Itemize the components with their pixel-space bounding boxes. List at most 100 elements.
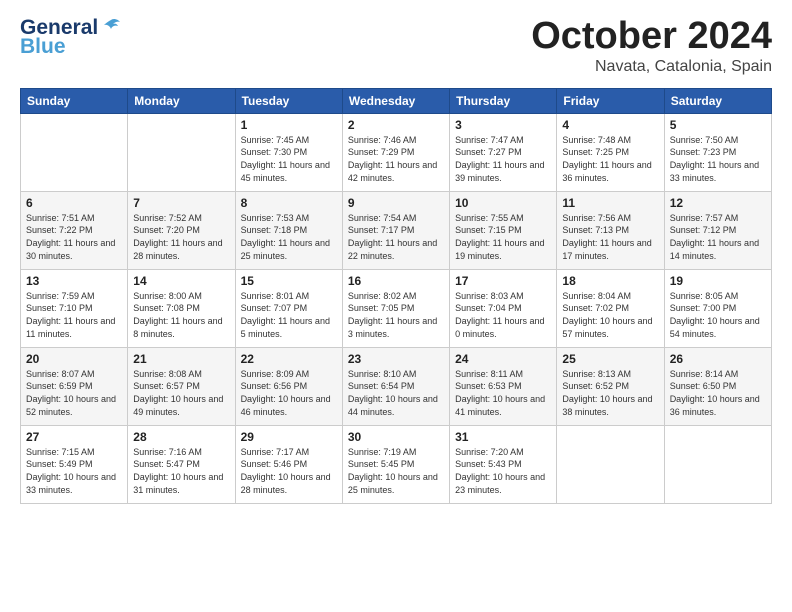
day-number: 19 — [670, 274, 766, 288]
calendar-week-row: 1 Sunrise: 7:45 AM Sunset: 7:30 PM Daylig… — [21, 113, 772, 191]
day-number: 22 — [241, 352, 337, 366]
day-number: 23 — [348, 352, 444, 366]
day-info: Sunrise: 8:13 AM Sunset: 6:52 PM Dayligh… — [562, 368, 658, 418]
header: General Blue October 2024 Navata, Catalo… — [20, 16, 772, 76]
day-number: 12 — [670, 196, 766, 210]
calendar-week-row: 20 Sunrise: 8:07 AM Sunset: 6:59 PM Dayli… — [21, 347, 772, 425]
calendar-cell: 1 Sunrise: 7:45 AM Sunset: 7:30 PM Daylig… — [235, 113, 342, 191]
calendar-cell: 9Sunrise: 7:54 AM Sunset: 7:17 PM Daylig… — [342, 191, 449, 269]
day-info: Sunrise: 7:55 AM Sunset: 7:15 PM Dayligh… — [455, 212, 551, 262]
calendar-cell — [128, 113, 235, 191]
calendar-cell — [557, 425, 664, 503]
day-number: 6 — [26, 196, 122, 210]
day-number: 3 — [455, 118, 551, 132]
day-info: Sunrise: 7:52 AM Sunset: 7:20 PM Dayligh… — [133, 212, 229, 262]
month-title: October 2024 — [531, 16, 772, 58]
calendar-cell: 8 Sunrise: 7:53 AM Sunset: 7:18 PM Daylig… — [235, 191, 342, 269]
day-number: 10 — [455, 196, 551, 210]
day-info: Sunrise: 8:07 AM Sunset: 6:59 PM Dayligh… — [26, 368, 122, 418]
calendar-cell: 19 Sunrise: 8:05 AM Sunset: 7:00 PM Dayli… — [664, 269, 771, 347]
day-info: Sunrise: 8:09 AM Sunset: 6:56 PM Dayligh… — [241, 368, 337, 418]
calendar-cell: 11Sunrise: 7:56 AM Sunset: 7:13 PM Dayli… — [557, 191, 664, 269]
day-number: 16 — [348, 274, 444, 288]
calendar-cell: 23 Sunrise: 8:10 AM Sunset: 6:54 PM Dayli… — [342, 347, 449, 425]
calendar-cell: 6 Sunrise: 7:51 AM Sunset: 7:22 PM Daylig… — [21, 191, 128, 269]
calendar-cell: 28Sunrise: 7:16 AM Sunset: 5:47 PM Dayli… — [128, 425, 235, 503]
day-info: Sunrise: 7:15 AM Sunset: 5:49 PM Dayligh… — [26, 446, 122, 496]
day-info: Sunrise: 8:08 AM Sunset: 6:57 PM Dayligh… — [133, 368, 229, 418]
day-info: Sunrise: 7:54 AM Sunset: 7:17 PM Dayligh… — [348, 212, 444, 262]
calendar-cell: 7 Sunrise: 7:52 AM Sunset: 7:20 PM Daylig… — [128, 191, 235, 269]
weekday-header: Sunday — [21, 88, 128, 113]
calendar-cell: 21 Sunrise: 8:08 AM Sunset: 6:57 PM Dayli… — [128, 347, 235, 425]
day-number: 15 — [241, 274, 337, 288]
day-info: Sunrise: 8:03 AM Sunset: 7:04 PM Dayligh… — [455, 290, 551, 340]
location: Navata, Catalonia, Spain — [531, 58, 772, 76]
day-number: 14 — [133, 274, 229, 288]
day-info: Sunrise: 7:46 AM Sunset: 7:29 PM Dayligh… — [348, 134, 444, 184]
day-info: Sunrise: 7:51 AM Sunset: 7:22 PM Dayligh… — [26, 212, 122, 262]
day-info: Sunrise: 8:02 AM Sunset: 7:05 PM Dayligh… — [348, 290, 444, 340]
day-number: 25 — [562, 352, 658, 366]
day-info: Sunrise: 7:17 AM Sunset: 5:46 PM Dayligh… — [241, 446, 337, 496]
day-info: Sunrise: 8:01 AM Sunset: 7:07 PM Dayligh… — [241, 290, 337, 340]
day-info: Sunrise: 8:14 AM Sunset: 6:50 PM Dayligh… — [670, 368, 766, 418]
day-info: Sunrise: 8:00 AM Sunset: 7:08 PM Dayligh… — [133, 290, 229, 340]
day-number: 27 — [26, 430, 122, 444]
day-number: 24 — [455, 352, 551, 366]
day-info: Sunrise: 8:10 AM Sunset: 6:54 PM Dayligh… — [348, 368, 444, 418]
weekday-header: Wednesday — [342, 88, 449, 113]
calendar-cell: 5 Sunrise: 7:50 AM Sunset: 7:23 PM Daylig… — [664, 113, 771, 191]
title-block: October 2024 Navata, Catalonia, Spain — [531, 16, 772, 76]
calendar-cell: 14 Sunrise: 8:00 AM Sunset: 7:08 PM Dayli… — [128, 269, 235, 347]
calendar-cell: 17 Sunrise: 8:03 AM Sunset: 7:04 PM Dayli… — [450, 269, 557, 347]
day-number: 17 — [455, 274, 551, 288]
calendar-cell: 12 Sunrise: 7:57 AM Sunset: 7:12 PM Dayli… — [664, 191, 771, 269]
calendar-week-row: 27 Sunrise: 7:15 AM Sunset: 5:49 PM Dayli… — [21, 425, 772, 503]
day-number: 21 — [133, 352, 229, 366]
calendar-cell: 18Sunrise: 8:04 AM Sunset: 7:02 PM Dayli… — [557, 269, 664, 347]
calendar-cell: 20 Sunrise: 8:07 AM Sunset: 6:59 PM Dayli… — [21, 347, 128, 425]
day-info: Sunrise: 7:45 AM Sunset: 7:30 PM Dayligh… — [241, 134, 337, 184]
calendar-cell: 29Sunrise: 7:17 AM Sunset: 5:46 PM Dayli… — [235, 425, 342, 503]
day-number: 30 — [348, 430, 444, 444]
weekday-header: Thursday — [450, 88, 557, 113]
calendar-cell: 27 Sunrise: 7:15 AM Sunset: 5:49 PM Dayli… — [21, 425, 128, 503]
day-number: 1 — [241, 118, 337, 132]
calendar-cell: 24Sunrise: 8:11 AM Sunset: 6:53 PM Dayli… — [450, 347, 557, 425]
day-number: 2 — [348, 118, 444, 132]
calendar-cell: 25 Sunrise: 8:13 AM Sunset: 6:52 PM Dayli… — [557, 347, 664, 425]
calendar-cell — [664, 425, 771, 503]
day-info: Sunrise: 8:05 AM Sunset: 7:00 PM Dayligh… — [670, 290, 766, 340]
logo-blue: Blue — [20, 36, 66, 57]
day-number: 4 — [562, 118, 658, 132]
calendar-cell: 3Sunrise: 7:47 AM Sunset: 7:27 PM Daylig… — [450, 113, 557, 191]
day-info: Sunrise: 7:48 AM Sunset: 7:25 PM Dayligh… — [562, 134, 658, 184]
day-number: 20 — [26, 352, 122, 366]
day-number: 8 — [241, 196, 337, 210]
calendar-page: General Blue October 2024 Navata, Catalo… — [0, 0, 792, 514]
day-info: Sunrise: 7:59 AM Sunset: 7:10 PM Dayligh… — [26, 290, 122, 340]
day-info: Sunrise: 7:50 AM Sunset: 7:23 PM Dayligh… — [670, 134, 766, 184]
day-number: 26 — [670, 352, 766, 366]
day-number: 5 — [670, 118, 766, 132]
calendar-cell: 2 Sunrise: 7:46 AM Sunset: 7:29 PM Daylig… — [342, 113, 449, 191]
day-number: 18 — [562, 274, 658, 288]
calendar-header-row: SundayMondayTuesdayWednesdayThursdayFrid… — [21, 88, 772, 113]
day-info: Sunrise: 7:53 AM Sunset: 7:18 PM Dayligh… — [241, 212, 337, 262]
calendar-cell: 31Sunrise: 7:20 AM Sunset: 5:43 PM Dayli… — [450, 425, 557, 503]
calendar-week-row: 6 Sunrise: 7:51 AM Sunset: 7:22 PM Daylig… — [21, 191, 772, 269]
calendar-cell: 22 Sunrise: 8:09 AM Sunset: 6:56 PM Dayli… — [235, 347, 342, 425]
calendar-table: SundayMondayTuesdayWednesdayThursdayFrid… — [20, 88, 772, 504]
day-info: Sunrise: 7:57 AM Sunset: 7:12 PM Dayligh… — [670, 212, 766, 262]
day-number: 11 — [562, 196, 658, 210]
calendar-cell: 10 Sunrise: 7:55 AM Sunset: 7:15 PM Dayli… — [450, 191, 557, 269]
day-number: 7 — [133, 196, 229, 210]
weekday-header: Saturday — [664, 88, 771, 113]
weekday-header: Tuesday — [235, 88, 342, 113]
calendar-cell: 4 Sunrise: 7:48 AM Sunset: 7:25 PM Daylig… — [557, 113, 664, 191]
calendar-cell: 13Sunrise: 7:59 AM Sunset: 7:10 PM Dayli… — [21, 269, 128, 347]
calendar-cell: 26 Sunrise: 8:14 AM Sunset: 6:50 PM Dayli… — [664, 347, 771, 425]
logo: General Blue — [20, 16, 122, 57]
day-info: Sunrise: 7:19 AM Sunset: 5:45 PM Dayligh… — [348, 446, 444, 496]
